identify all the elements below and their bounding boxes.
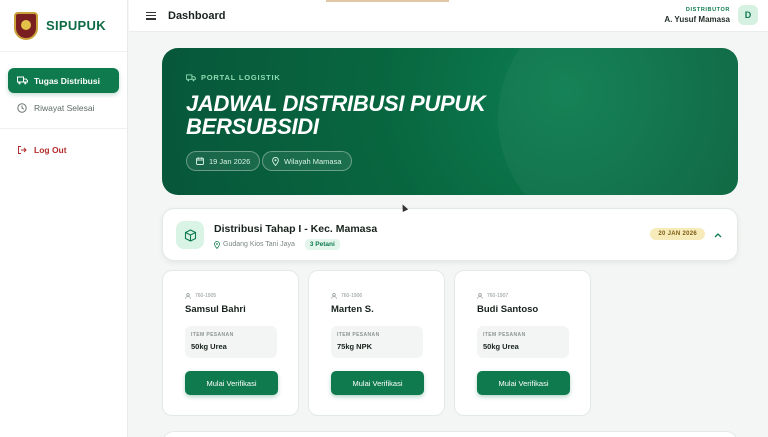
clock-icon	[16, 102, 28, 114]
hero-title: JADWAL DISTRIBUSI PUPUK BERSUBSIDI	[186, 91, 486, 139]
order-item-value: 50kg Urea	[483, 342, 519, 351]
farmer-name: Budi Santoso	[477, 304, 539, 315]
date-chip: 19 Jan 2026	[186, 151, 261, 171]
logout-icon	[16, 144, 28, 156]
truck-icon	[16, 75, 28, 87]
truck-icon	[186, 73, 196, 82]
order-item-label: ITEM PESANAN	[191, 332, 234, 338]
sidebar: SIPUPUK Tugas Distribusi Riwayat Selesai…	[0, 0, 128, 437]
user-icon	[331, 293, 337, 299]
farmer-name: Marten S.	[331, 304, 374, 315]
date-chip-label: 19 Jan 2026	[209, 156, 251, 166]
loading-bar	[326, 0, 449, 2]
logout-button[interactable]: Log Out	[8, 137, 119, 162]
user-icon	[185, 293, 191, 299]
logo-emblem-icon	[14, 11, 38, 40]
farmer-card: 760-1906 Marten S. ITEM PESANAN 75kg NPK…	[308, 270, 445, 416]
sidebar-item-riwayat-selesai[interactable]: Riwayat Selesai	[8, 95, 119, 120]
region-chip-label: Wilayah Mamasa	[284, 156, 342, 166]
sidebar-item-tugas-distribusi[interactable]: Tugas Distribusi	[8, 68, 119, 93]
order-item-value: 50kg Urea	[191, 342, 227, 351]
user-name: A. Yusuf Mamasa	[664, 14, 730, 24]
stage-location: Gudang Kios Tani Jaya	[223, 241, 295, 248]
farmer-id: 760-1906	[331, 293, 362, 299]
stage-date-badge: 20 JAN 2026	[650, 228, 705, 240]
order-item-box: ITEM PESANAN 50kg Urea	[477, 326, 569, 358]
page-title: Dashboard	[168, 9, 226, 22]
brand-name: SIPUPUK	[46, 18, 106, 33]
user-menu[interactable]: DISTRIBUTOR A. Yusuf Mamasa D	[664, 5, 758, 25]
user-meta: DISTRIBUTOR A. Yusuf Mamasa	[664, 7, 730, 24]
hero-kicker-label: PORTAL LOGISTIK	[201, 73, 281, 82]
sidebar-item-label: Tugas Distribusi	[34, 75, 100, 86]
logout-label: Log Out	[34, 144, 67, 155]
order-item-label: ITEM PESANAN	[337, 332, 380, 338]
farmer-id: 760-1905	[185, 293, 216, 299]
farmer-id-value: 760-1907	[487, 293, 509, 299]
order-item-label: ITEM PESANAN	[483, 332, 526, 338]
brand[interactable]: SIPUPUK	[0, 0, 127, 52]
farmer-name: Samsul Bahri	[185, 304, 246, 315]
hero-banner: PORTAL LOGISTIK JADWAL DISTRIBUSI PUPUK …	[162, 48, 738, 195]
distribution-stage-card[interactable]: Distribusi Tahap I - Kec. Mamasa Gudang …	[162, 208, 738, 261]
package-icon	[176, 221, 204, 249]
sidebar-item-label: Riwayat Selesai	[34, 102, 95, 113]
start-verification-button[interactable]: Mulai Verifikasi	[331, 371, 424, 395]
farmer-card: 760-1905 Samsul Bahri ITEM PESANAN 50kg …	[162, 270, 299, 416]
calendar-icon	[196, 157, 204, 165]
farmer-count-badge: 3 Petani	[304, 239, 340, 250]
start-verification-button[interactable]: Mulai Verifikasi	[477, 371, 570, 395]
stage-subtitle: Gudang Kios Tani Jaya 3 Petani	[214, 239, 340, 250]
hero-kicker: PORTAL LOGISTIK	[186, 73, 281, 82]
stage-title: Distribusi Tahap I - Kec. Mamasa	[214, 223, 378, 235]
chevron-up-icon[interactable]	[711, 228, 725, 242]
avatar[interactable]: D	[738, 5, 758, 25]
sidebar-nav: Tugas Distribusi Riwayat Selesai Log Out	[0, 52, 127, 162]
map-pin-icon	[272, 156, 279, 166]
user-role: DISTRIBUTOR	[685, 6, 730, 13]
order-item-box: ITEM PESANAN 50kg Urea	[185, 326, 277, 358]
start-verification-button[interactable]: Mulai Verifikasi	[185, 371, 278, 395]
order-item-box: ITEM PESANAN 75kg NPK	[331, 326, 423, 358]
farmer-id-value: 760-1905	[195, 293, 217, 299]
next-stage-card[interactable]	[162, 431, 738, 437]
map-pin-icon	[214, 240, 220, 249]
nav-divider	[0, 128, 127, 129]
topbar: Dashboard DISTRIBUTOR A. Yusuf Mamasa D	[129, 0, 768, 32]
farmer-id-value: 760-1906	[341, 293, 363, 299]
menu-toggle-icon[interactable]	[146, 11, 156, 20]
user-icon	[477, 293, 483, 299]
farmer-card: 760-1907 Budi Santoso ITEM PESANAN 50kg …	[454, 270, 591, 416]
region-chip: Wilayah Mamasa	[262, 151, 352, 171]
order-item-value: 75kg NPK	[337, 342, 373, 351]
farmer-id: 760-1907	[477, 293, 508, 299]
